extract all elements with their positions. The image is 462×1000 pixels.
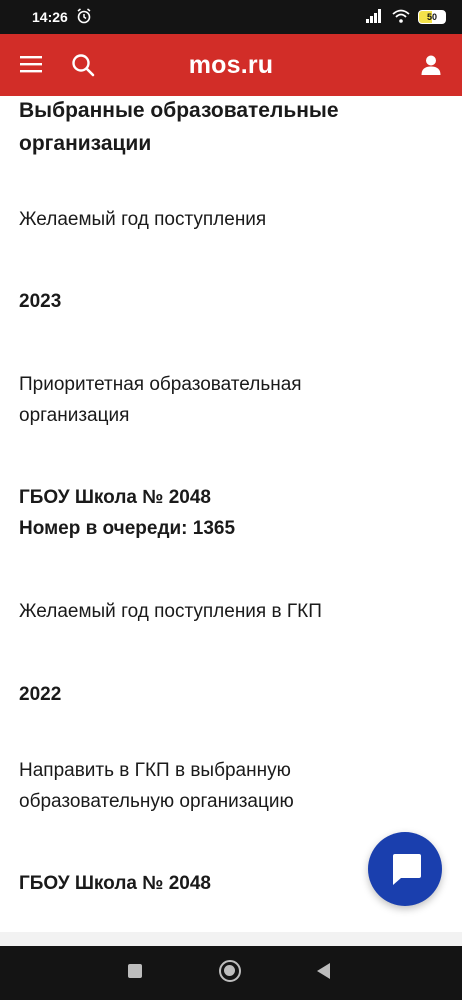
field-value-priority-org: ГБОУ Школа № 2048 [19, 487, 211, 508]
field-label-year: Желаемый год поступления [19, 209, 267, 230]
status-left: 14:26 [32, 7, 92, 27]
field-value-gkp-org: ГБОУ Школа № 2048 [19, 873, 211, 894]
home-icon[interactable] [219, 960, 241, 982]
brand-logo[interactable]: mos.ru [0, 34, 462, 96]
field-value-year: 2023 [19, 291, 62, 312]
user-icon[interactable] [420, 54, 442, 76]
battery-icon: 50 [418, 10, 446, 24]
status-bar: 14:26 50 [0, 0, 462, 34]
wifi-icon [392, 9, 410, 26]
section-title: Выбранные образовательные организации [19, 99, 339, 155]
app-header: mos.ru [0, 34, 462, 96]
field-value-queue-number: Номер в очереди: 1365 [19, 518, 236, 539]
field-label-priority-org: Приоритетная образовательная организация [19, 374, 302, 426]
chat-icon [393, 854, 421, 885]
chat-button[interactable] [368, 832, 442, 906]
system-nav-bar [0, 946, 462, 1000]
field-label-year-gkp: Желаемый год поступления в ГКП [19, 601, 322, 622]
alarm-icon [76, 7, 92, 27]
recents-icon[interactable] [128, 964, 142, 978]
field-value-year-gkp: 2022 [19, 684, 62, 705]
content-area: Выбранные образовательные организации Же… [0, 96, 462, 932]
page-bottom-divider [0, 932, 462, 946]
status-time: 14:26 [32, 9, 68, 25]
signal-icon [366, 8, 384, 26]
back-icon[interactable] [317, 963, 330, 979]
field-label-gkp-org: Направить в ГКП в выбранную образователь… [19, 760, 294, 812]
status-right: 50 [366, 8, 446, 26]
battery-level: 50 [426, 12, 437, 22]
